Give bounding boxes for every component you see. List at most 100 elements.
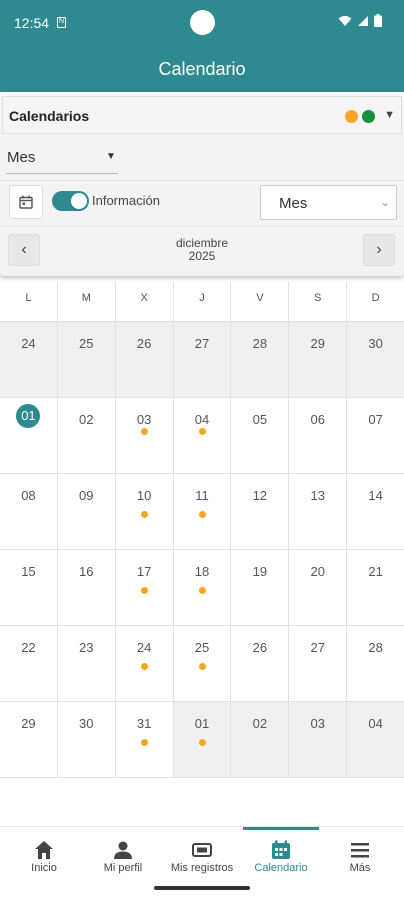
- weekday-label: M: [58, 282, 116, 321]
- day-cell[interactable]: 18: [174, 550, 232, 625]
- day-cell[interactable]: 28: [231, 322, 290, 397]
- day-cell[interactable]: 13: [289, 474, 348, 549]
- person-icon: [114, 841, 132, 859]
- today-button[interactable]: [9, 185, 43, 219]
- view-dropdown[interactable]: Mes ▼: [0, 137, 404, 177]
- next-month-button[interactable]: ›: [363, 234, 395, 266]
- toolbar-row: Información Mes ⌄: [0, 180, 404, 222]
- nav-item-mi-perfil[interactable]: Mi perfil: [83, 827, 163, 887]
- day-number: 27: [310, 640, 325, 655]
- information-toggle[interactable]: [52, 191, 89, 211]
- day-number: 04: [368, 716, 383, 731]
- calendar-color-dot: [362, 110, 375, 123]
- day-cell[interactable]: 11: [174, 474, 232, 549]
- day-cell[interactable]: 03: [116, 398, 174, 473]
- day-cell[interactable]: 04: [174, 398, 232, 473]
- nav-item-label: Inicio: [31, 862, 57, 874]
- day-number: 03: [136, 412, 152, 427]
- day-cell[interactable]: 09: [58, 474, 116, 549]
- day-cell[interactable]: 29: [0, 702, 58, 777]
- weekday-label: J: [174, 282, 232, 321]
- day-cell[interactable]: 04: [347, 702, 404, 777]
- caret-down-icon[interactable]: ▼: [384, 109, 395, 121]
- day-cell[interactable]: 19: [231, 550, 290, 625]
- day-cell[interactable]: 31: [116, 702, 174, 777]
- month-title: diciembre 2025: [150, 237, 254, 263]
- day-cell[interactable]: 28: [347, 626, 404, 701]
- day-cell[interactable]: 24: [116, 626, 174, 701]
- information-label: Información: [92, 193, 160, 208]
- day-cell[interactable]: 16: [58, 550, 116, 625]
- day-cell[interactable]: 02: [231, 702, 290, 777]
- nav-item-calendario[interactable]: Calendario: [241, 827, 321, 887]
- status-bar: 12:54 N: [0, 0, 404, 46]
- day-number: 26: [136, 336, 152, 351]
- nav-item-inicio[interactable]: Inicio: [4, 827, 84, 887]
- mode-select[interactable]: Mes ⌄: [260, 185, 397, 220]
- day-cell[interactable]: 05: [231, 398, 290, 473]
- day-number: 28: [368, 640, 383, 655]
- day-number: 31: [136, 716, 152, 731]
- day-cell[interactable]: 30: [58, 702, 116, 777]
- day-cell[interactable]: 17: [116, 550, 174, 625]
- day-cell[interactable]: 15: [0, 550, 58, 625]
- day-cell[interactable]: 27: [289, 626, 348, 701]
- day-number: 09: [79, 488, 94, 503]
- day-number: 30: [79, 716, 94, 731]
- app-bar: Calendario: [0, 46, 404, 92]
- day-cell[interactable]: 21: [347, 550, 404, 625]
- day-number: 21: [368, 564, 383, 579]
- day-cell[interactable]: 24: [0, 322, 58, 397]
- day-number: 06: [310, 412, 325, 427]
- day-cell[interactable]: 26: [231, 626, 290, 701]
- day-cell[interactable]: 06: [289, 398, 348, 473]
- day-number: 05: [252, 412, 268, 427]
- day-number: 02: [79, 412, 94, 427]
- day-cell[interactable]: 25: [57, 322, 116, 397]
- signal-icon: [358, 15, 368, 26]
- day-cell[interactable]: 03: [289, 702, 348, 777]
- calendar-color-dot: [345, 110, 358, 123]
- day-cell[interactable]: 01: [173, 702, 232, 777]
- menu-icon: [351, 843, 369, 858]
- day-cell[interactable]: 26: [115, 322, 174, 397]
- day-number: 15: [21, 564, 36, 579]
- day-cell[interactable]: 08: [0, 474, 58, 549]
- day-cell[interactable]: 22: [0, 626, 58, 701]
- day-number: 29: [21, 716, 36, 731]
- nav-item-mis-registros[interactable]: Mis registros: [162, 827, 242, 887]
- day-cell[interactable]: 23: [58, 626, 116, 701]
- status-time: 12:54: [14, 15, 50, 31]
- event-dot: [198, 663, 206, 670]
- battery-icon: [374, 14, 382, 27]
- previous-month-button[interactable]: ‹: [8, 234, 40, 266]
- day-cell[interactable]: 07: [347, 398, 404, 473]
- day-cell[interactable]: 12: [231, 474, 290, 549]
- day-number: 13: [310, 488, 325, 503]
- year-label: 2025: [188, 249, 216, 263]
- day-number: 08: [21, 488, 36, 503]
- day-number: 03: [310, 716, 325, 731]
- month-navigation: ‹ diciembre 2025 ›: [0, 226, 404, 272]
- camera-cutout: [190, 10, 215, 35]
- chevron-down-icon: ⌄: [379, 195, 390, 209]
- day-cell[interactable]: 30: [347, 322, 404, 397]
- day-number: 04: [194, 412, 210, 427]
- day-cell[interactable]: 14: [347, 474, 404, 549]
- nav-item-label: Mis registros: [170, 862, 234, 874]
- day-cell[interactable]: 01: [0, 398, 58, 473]
- week-row: 24 25 26 27 28 29 30: [0, 322, 404, 398]
- event-dot: [140, 587, 148, 594]
- week-row: 08 09 10 11 12 13 14: [0, 474, 404, 550]
- caret-down-icon[interactable]: ▼: [106, 151, 116, 162]
- day-cell[interactable]: 29: [289, 322, 348, 397]
- day-cell[interactable]: 25: [174, 626, 232, 701]
- day-number: 18: [194, 564, 210, 579]
- view-dropdown-value: Mes: [7, 149, 36, 166]
- day-cell[interactable]: 27: [173, 322, 232, 397]
- day-cell[interactable]: 20: [289, 550, 348, 625]
- nav-item-más[interactable]: Más: [320, 827, 400, 887]
- day-cell[interactable]: 02: [58, 398, 116, 473]
- day-cell[interactable]: 10: [116, 474, 174, 549]
- calendars-selector[interactable]: Calendarios ▼: [2, 96, 402, 134]
